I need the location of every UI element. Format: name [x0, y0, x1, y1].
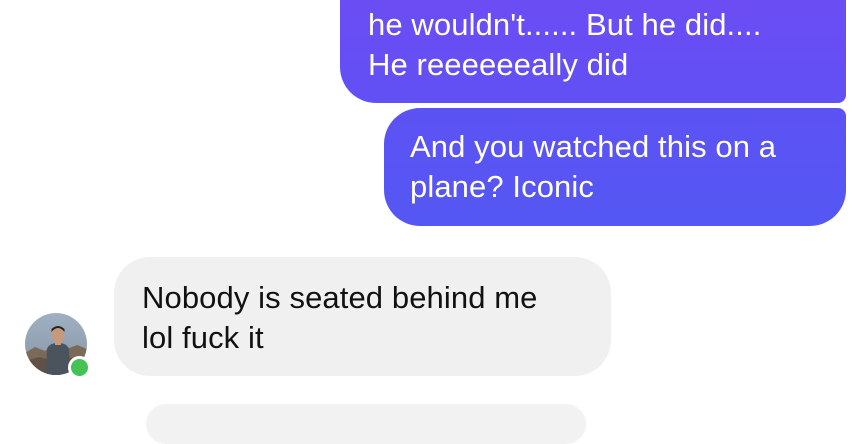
online-status-dot [68, 356, 91, 379]
incoming-message-bubble[interactable]: Nobody is seated behind me lol fuck it [114, 257, 611, 376]
outgoing-message-bubble[interactable]: And you watched this on a plane? Iconic [384, 108, 846, 226]
outgoing-message-bubble[interactable]: he wouldn't...... But he did.... He reee… [340, 0, 846, 103]
incoming-message-bubble-partial[interactable] [146, 404, 586, 444]
